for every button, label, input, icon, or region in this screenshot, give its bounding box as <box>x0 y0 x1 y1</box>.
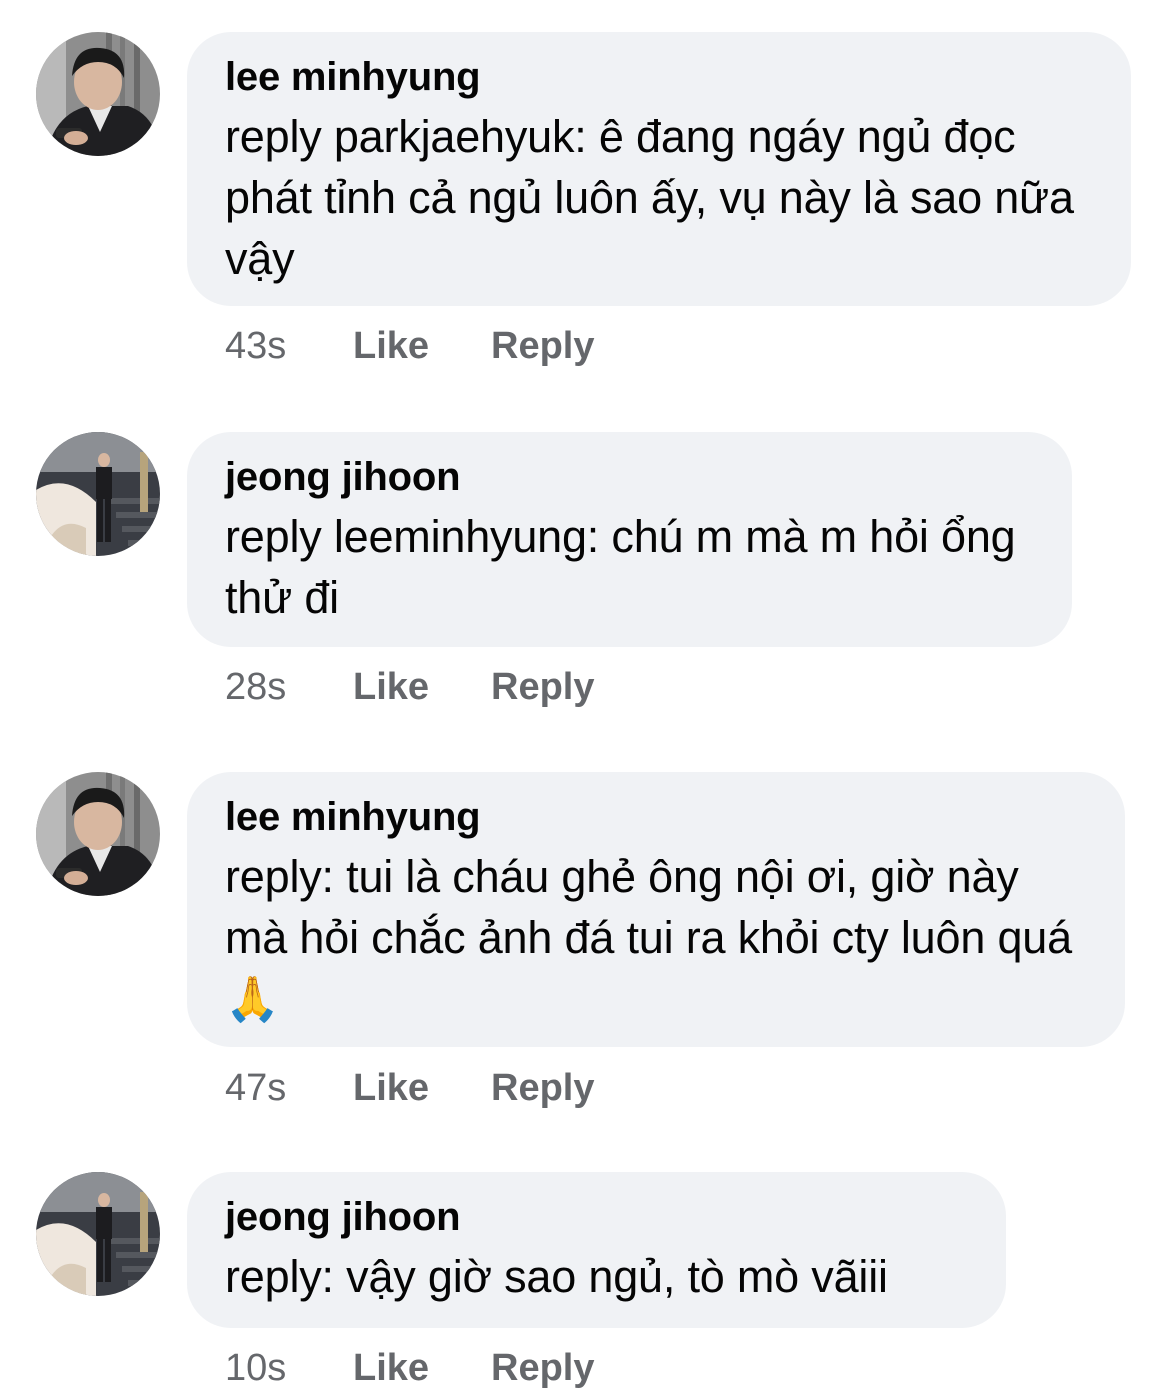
profile-photo-icon <box>36 32 160 156</box>
comment-bubble: jeong jihoon reply leeminhyung: chú m mà… <box>187 432 1072 647</box>
like-button[interactable]: Like <box>353 324 491 368</box>
comment-timestamp[interactable]: 43s <box>225 324 353 368</box>
comment-bubble: jeong jihoon reply: vậy giờ sao ngủ, tò … <box>187 1172 1006 1328</box>
comment-author[interactable]: jeong jihoon <box>225 1194 970 1240</box>
comment-text: reply leeminhyung: chú m mà m hỏi ổng th… <box>225 511 1016 623</box>
profile-photo-icon <box>36 1172 160 1296</box>
comment-author[interactable]: lee minhyung <box>225 794 1089 840</box>
comment-actions: 10s Like Reply <box>225 1346 594 1390</box>
comment-timestamp[interactable]: 47s <box>225 1066 353 1110</box>
folded-hands-emoji-icon: 🙏 <box>225 974 280 1025</box>
like-button[interactable]: Like <box>353 1346 491 1390</box>
comment-actions: 43s Like Reply <box>225 324 594 368</box>
comment-author[interactable]: lee minhyung <box>225 54 1095 100</box>
reply-button[interactable]: Reply <box>491 324 594 368</box>
comment-text: reply: vậy giờ sao ngủ, tò mò vãiii <box>225 1251 888 1302</box>
comment-timestamp[interactable]: 28s <box>225 665 353 709</box>
reply-button[interactable]: Reply <box>491 1066 594 1110</box>
profile-photo-icon <box>36 432 160 556</box>
avatar[interactable] <box>36 432 160 556</box>
like-button[interactable]: Like <box>353 665 491 709</box>
reply-button[interactable]: Reply <box>491 1346 594 1390</box>
avatar[interactable] <box>36 772 160 896</box>
comment-text: reply parkjaehyuk: ê đang ngáy ngủ đọc p… <box>225 111 1074 284</box>
profile-photo-icon <box>36 772 160 896</box>
reply-button[interactable]: Reply <box>491 665 594 709</box>
comment-author[interactable]: jeong jihoon <box>225 454 1036 500</box>
comment-timestamp[interactable]: 10s <box>225 1346 353 1390</box>
comment-bubble: lee minhyung reply: tui là cháu ghẻ ông … <box>187 772 1125 1047</box>
comment-actions: 47s Like Reply <box>225 1066 594 1110</box>
comment-bubble: lee minhyung reply parkjaehyuk: ê đang n… <box>187 32 1131 306</box>
like-button[interactable]: Like <box>353 1066 491 1110</box>
avatar[interactable] <box>36 32 160 156</box>
comment-text: reply: tui là cháu ghẻ ông nội ơi, giờ n… <box>225 851 1072 1025</box>
comment-actions: 28s Like Reply <box>225 665 594 709</box>
avatar[interactable] <box>36 1172 160 1296</box>
